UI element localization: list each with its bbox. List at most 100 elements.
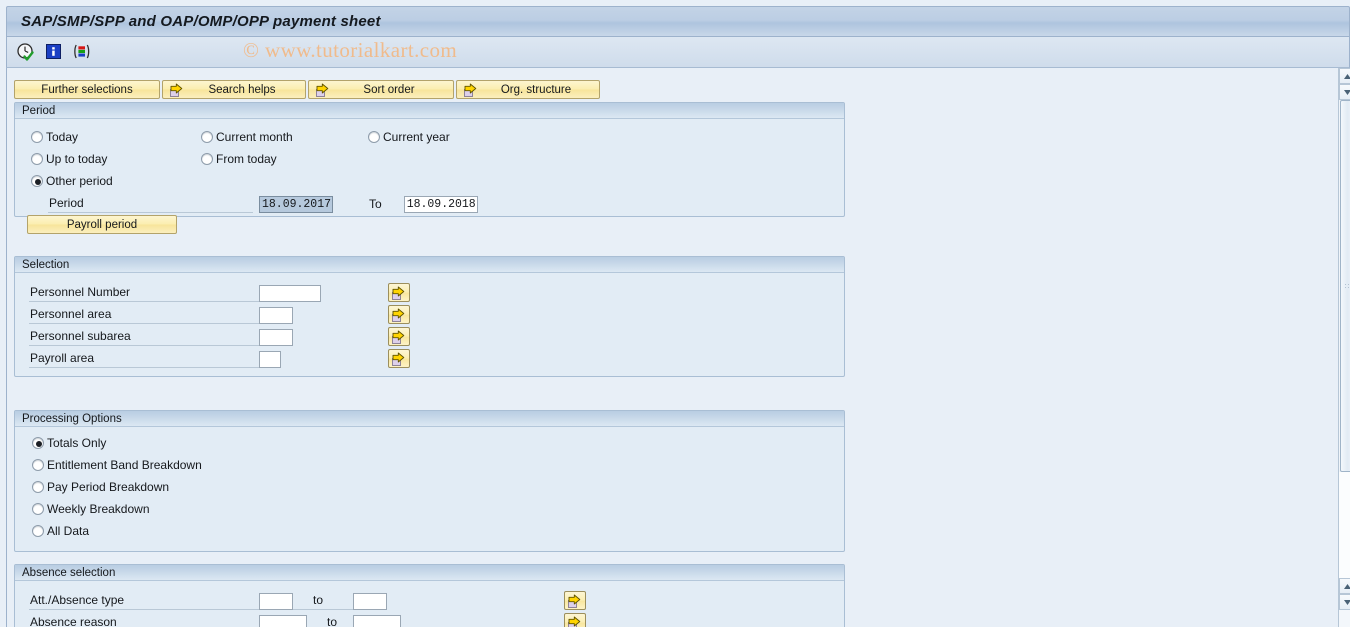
radio-totals-only-button[interactable] [32, 437, 44, 449]
table-row: Personnel Number [29, 284, 321, 302]
radio-other-period-button[interactable] [31, 175, 43, 187]
selection-group: Selection Personnel Number Personnel are… [14, 256, 845, 377]
period-date-row: Period 18.09.2017 To 18.09.2018 [48, 195, 478, 213]
absence-reason-to-input[interactable] [353, 614, 401, 627]
radio-current-month-button[interactable] [201, 131, 213, 143]
table-row: Personnel area [29, 306, 293, 324]
radio-entitlement-band-breakdown[interactable]: Entitlement Band Breakdown [32, 458, 202, 472]
absence-selection-group-title: Absence selection [15, 565, 844, 581]
radio-current-month-label: Current month [216, 130, 293, 144]
execute-clock-icon[interactable] [16, 42, 38, 62]
absence-selection-group: Absence selection Att./Absence type to A… [14, 564, 845, 627]
personnel-area-multiselect-button[interactable] [388, 305, 410, 324]
sort-order-label: Sort order [363, 83, 415, 96]
payroll-period-label: Payroll period [66, 218, 138, 231]
arrow-right-icon [391, 286, 405, 300]
selection-toolbar-buttons: Further selections Search helps Sort ord… [14, 80, 600, 99]
search-helps-button[interactable]: Search helps [162, 80, 306, 99]
radio-totals-only[interactable]: Totals Only [32, 436, 106, 450]
period-field-label: Period [48, 195, 253, 213]
search-helps-label: Search helps [208, 83, 276, 96]
payroll-area-label: Payroll area [29, 350, 259, 368]
radio-up-to-today-button[interactable] [31, 153, 43, 165]
page-title: SAP/SMP/SPP and OAP/OMP/OPP payment shee… [21, 13, 381, 30]
radio-entitlement-band-breakdown-label: Entitlement Band Breakdown [47, 458, 202, 472]
arrow-right-icon [391, 330, 405, 344]
radio-all-data-label: All Data [47, 524, 90, 538]
radio-current-year-button[interactable] [368, 131, 380, 143]
radio-current-year-label: Current year [383, 130, 450, 144]
radio-current-month[interactable]: Current month [201, 130, 293, 144]
application-toolbar [6, 37, 1350, 68]
table-row: Personnel subarea [29, 328, 293, 346]
period-from-date-input[interactable]: 18.09.2017 [259, 195, 333, 213]
att-absence-type-label: Att./Absence type [29, 592, 259, 610]
att-absence-type-multiselect-button[interactable] [564, 591, 586, 610]
personnel-number-label: Personnel Number [29, 284, 259, 302]
table-row: Absence reason to [29, 614, 401, 627]
arrow-right-icon [391, 352, 405, 366]
radio-from-today-label: From today [216, 152, 277, 166]
radio-other-period-label: Other period [46, 174, 113, 188]
radio-weekly-breakdown-label: Weekly Breakdown [47, 502, 150, 516]
sort-order-button[interactable]: Sort order [308, 80, 454, 99]
window-right-edge [1350, 0, 1356, 627]
radio-today-label: Today [46, 130, 79, 144]
personnel-subarea-label: Personnel subarea [29, 328, 259, 346]
radio-entitlement-band-breakdown-button[interactable] [32, 459, 44, 471]
arrow-right-icon [169, 83, 183, 97]
radio-all-data-button[interactable] [32, 525, 44, 537]
personnel-area-label: Personnel area [29, 306, 259, 324]
processing-options-group-title: Processing Options [15, 411, 844, 427]
radio-other-period[interactable]: Other period [31, 174, 113, 188]
radio-today-button[interactable] [31, 131, 43, 143]
att-absence-type-to-label: to [293, 592, 353, 610]
further-selections-button[interactable]: Further selections [14, 80, 160, 99]
personnel-number-multiselect-button[interactable] [388, 283, 410, 302]
personnel-area-input[interactable] [259, 306, 293, 324]
info-icon[interactable] [44, 42, 66, 62]
personnel-subarea-input[interactable] [259, 328, 293, 346]
radio-all-data[interactable]: All Data [32, 524, 89, 538]
org-structure-label: Org. structure [500, 83, 572, 96]
absence-reason-multiselect-button[interactable] [564, 613, 586, 627]
absence-reason-from-input[interactable] [259, 614, 307, 627]
payroll-area-multiselect-button[interactable] [388, 349, 410, 368]
variant-icon[interactable] [72, 42, 94, 62]
arrow-right-icon [315, 83, 329, 97]
period-group-title: Period [15, 103, 844, 119]
processing-options-group: Processing Options Totals Only Entitleme… [14, 410, 845, 552]
period-group: Period Today Current month Current year … [14, 102, 845, 234]
personnel-subarea-multiselect-button[interactable] [388, 327, 410, 346]
radio-pay-period-breakdown-button[interactable] [32, 481, 44, 493]
table-row: Att./Absence type to [29, 592, 387, 610]
radio-weekly-breakdown[interactable]: Weekly Breakdown [32, 502, 150, 516]
payroll-period-button[interactable]: Payroll period [27, 215, 177, 234]
radio-weekly-breakdown-button[interactable] [32, 503, 44, 515]
radio-up-to-today-label: Up to today [46, 152, 108, 166]
radio-pay-period-breakdown[interactable]: Pay Period Breakdown [32, 480, 169, 494]
org-structure-button[interactable]: Org. structure [456, 80, 600, 99]
radio-current-year[interactable]: Current year [368, 130, 450, 144]
period-to-date-input[interactable]: 18.09.2018 [403, 195, 478, 213]
absence-reason-label: Absence reason [29, 614, 259, 627]
radio-pay-period-breakdown-label: Pay Period Breakdown [47, 480, 170, 494]
sap-selection-screen: SAP/SMP/SPP and OAP/OMP/OPP payment shee… [0, 0, 1356, 627]
selection-group-title: Selection [15, 257, 844, 273]
arrow-right-icon [567, 594, 581, 608]
arrow-right-icon [463, 83, 477, 97]
personnel-number-input[interactable] [259, 284, 321, 302]
att-absence-type-to-input[interactable] [353, 592, 387, 610]
payroll-area-input[interactable] [259, 350, 281, 368]
att-absence-type-from-input[interactable] [259, 592, 293, 610]
radio-from-today[interactable]: From today [201, 152, 277, 166]
window-title-bar: SAP/SMP/SPP and OAP/OMP/OPP payment shee… [6, 6, 1350, 37]
arrow-right-icon [567, 616, 581, 627]
arrow-right-icon [391, 308, 405, 322]
table-row: Payroll area [29, 350, 281, 368]
radio-up-to-today[interactable]: Up to today [31, 152, 107, 166]
selection-screen-content: Further selections Search helps Sort ord… [6, 68, 1326, 627]
radio-from-today-button[interactable] [201, 153, 213, 165]
radio-totals-only-label: Totals Only [47, 436, 107, 450]
radio-today[interactable]: Today [31, 130, 78, 144]
